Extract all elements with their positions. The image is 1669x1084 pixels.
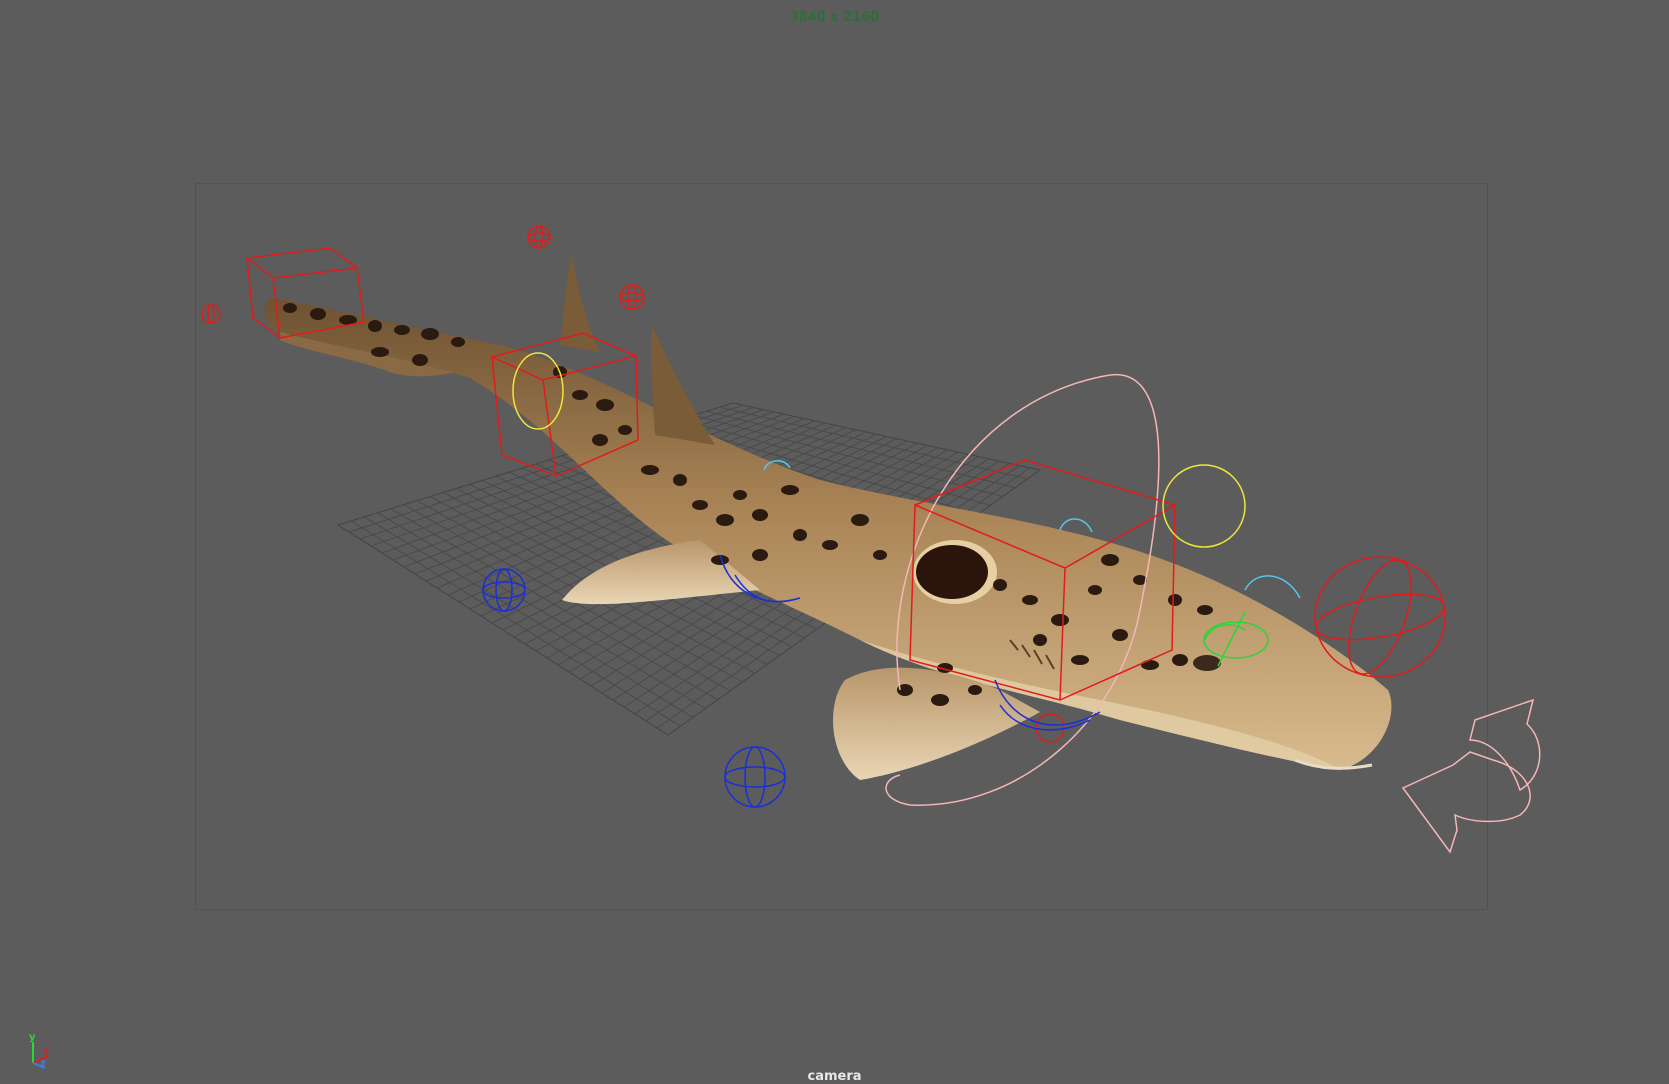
camera-label: camera [807, 1069, 862, 1084]
shark-spot [673, 474, 687, 486]
shark-spot [1112, 629, 1128, 641]
shark-spot [572, 390, 588, 400]
shark-spot [412, 354, 428, 366]
shark-spot [1051, 614, 1069, 626]
shark-spot [1172, 654, 1188, 666]
shark-spot [931, 694, 949, 706]
shark-spot [371, 347, 389, 357]
shark-spot [368, 320, 382, 332]
axis-z-label: z [40, 1058, 46, 1069]
shark-eye [1193, 655, 1221, 671]
shark-spot [873, 550, 887, 560]
shark-spot [1197, 605, 1213, 615]
axis-y-label: y [29, 1032, 36, 1043]
shark-spot [1033, 634, 1047, 646]
epaulette-spot [916, 545, 988, 599]
shark-spot [451, 337, 465, 347]
shark-spot [283, 303, 297, 313]
viewport-scene[interactable]: y x z [0, 0, 1669, 1080]
shark-spot [641, 465, 659, 475]
shark-spot [822, 540, 838, 550]
shark-spot [752, 549, 768, 561]
shark-spot [692, 500, 708, 510]
shark-spot [618, 425, 632, 435]
shark-spot [993, 579, 1007, 591]
shark-spot [1168, 594, 1182, 606]
axis-x-label: x [43, 1046, 50, 1057]
shark-spot [752, 509, 768, 521]
shark-spot [793, 529, 807, 541]
shark-spot [310, 308, 326, 320]
shark-spot [781, 485, 799, 495]
shark-spot [1071, 655, 1089, 665]
shark-spot [1022, 595, 1038, 605]
shark-spot [421, 328, 439, 340]
shark-spot [968, 685, 982, 695]
shark-spot [592, 434, 608, 446]
shark-mesh[interactable] [264, 255, 1392, 780]
shark-spot [1141, 660, 1159, 670]
rotate-arrows-control[interactable] [1401, 698, 1541, 854]
shark-spot [596, 399, 614, 411]
shark-spot [733, 490, 747, 500]
dorsal-fin-second [651, 325, 715, 445]
shark-spot [1101, 554, 1119, 566]
shark-spot [716, 514, 734, 526]
shark-spot [394, 325, 410, 335]
shark-spot [1088, 585, 1102, 595]
shark-spot [851, 514, 869, 526]
axis-indicator: y x z [29, 1032, 50, 1069]
